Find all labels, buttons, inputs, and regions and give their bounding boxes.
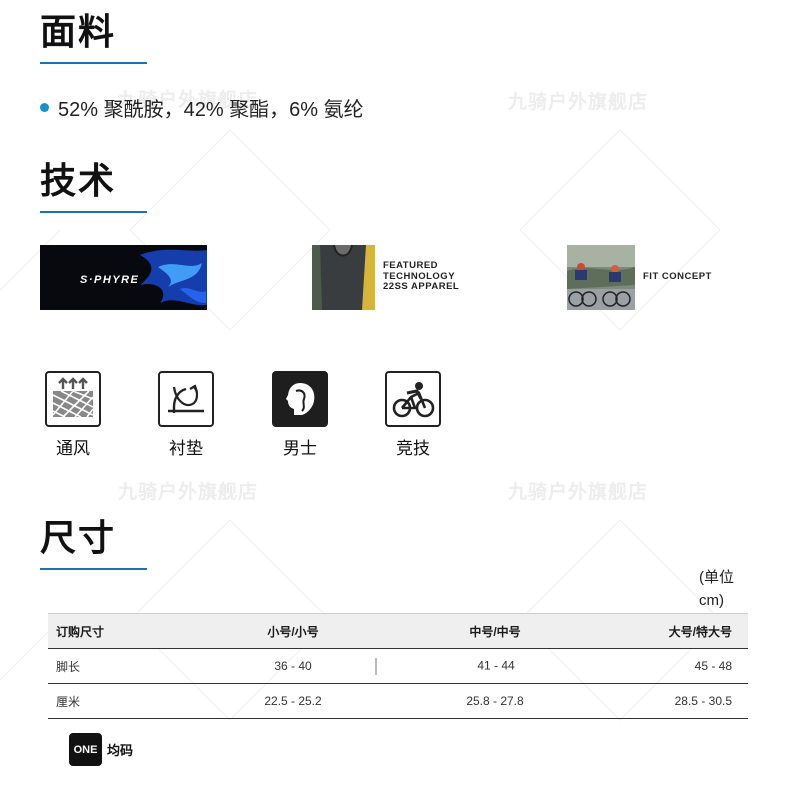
unit-line: cm): [699, 592, 724, 609]
feature-label: 衬垫: [169, 439, 203, 458]
cyclists-photo: [567, 244, 635, 310]
section-title: 技术: [40, 160, 117, 201]
feature-label: 通风: [56, 439, 90, 458]
feature-racing: 竞技: [373, 371, 453, 459]
sphyre-logo-image: S·PHYRE: [40, 244, 207, 310]
feature-label: 竞技: [396, 439, 430, 458]
ventilation-icon: [45, 371, 101, 427]
unit-note: (单位 cm): [699, 566, 749, 612]
feature-men: 男士: [260, 371, 340, 459]
padding-icon: [158, 371, 214, 427]
men-head-icon: [272, 371, 328, 427]
table-cell: 25.8 - 27.8: [389, 683, 601, 719]
one-size-label: 均码: [107, 743, 134, 758]
feature-padding: 衬垫: [146, 371, 226, 459]
table-cell: 厘米: [48, 683, 197, 719]
fabric-section: 面料: [40, 14, 147, 64]
column-header: 小号/小号: [197, 613, 389, 649]
section-underline: [40, 211, 147, 213]
table-cell-value: 41 - 44: [477, 658, 515, 673]
sphyre-logo-text: S·PHYRE: [80, 274, 139, 286]
sphyre-logo-card: S·PHYRE: [40, 241, 207, 313]
table-cell: 28.5 - 30.5: [601, 683, 748, 719]
section-underline: [40, 62, 147, 64]
one-size-note: ONE 均码: [69, 733, 133, 766]
watermark-text: 九骑户外旗舰店: [508, 92, 649, 113]
fabric-text: 52% 聚酰胺，42% 聚酯，6% 氨纶: [58, 99, 364, 121]
watermark-text: 九骑户外旗舰店: [508, 482, 649, 503]
section-title: 面料: [40, 11, 117, 52]
size-table: 订购尺寸 小号/小号 中号/中号 大号/特大号 脚长 36 - 40 41 - …: [48, 613, 748, 719]
size-section: 尺寸: [40, 520, 147, 570]
bullet-icon: [40, 103, 49, 112]
column-header: 中号/中号: [389, 613, 601, 649]
fabric-composition: 52% 聚酰胺，42% 聚酯，6% 氨纶: [40, 93, 364, 122]
caption-line: 22SS APPAREL: [383, 281, 460, 293]
table-cell: 45 - 48: [601, 648, 748, 684]
fit-concept-caption: FIT CONCEPT: [643, 270, 712, 282]
table-cell-with-divider: 41 - 44: [375, 648, 601, 684]
one-size-badge: ONE: [69, 733, 102, 766]
column-header: 订购尺寸: [48, 613, 197, 649]
table-cell: 脚长: [48, 648, 197, 684]
table-header-row: 订购尺寸 小号/小号 中号/中号 大号/特大号: [48, 613, 748, 649]
fit-concept-card: FIT CONCEPT: [567, 241, 712, 313]
cell-divider: [375, 657, 378, 675]
section-title: 尺寸: [40, 517, 117, 558]
watermark-text: 九骑户外旗舰店: [118, 482, 259, 503]
technology-section: 技术: [40, 163, 147, 213]
table-cell: 22.5 - 25.2: [197, 683, 389, 719]
section-underline: [40, 568, 147, 570]
feature-label: 男士: [283, 439, 317, 458]
apparel-photo: [312, 244, 375, 310]
feature-ventilation: 通风: [33, 371, 113, 459]
featured-technology-caption: FEATURED TECHNOLOGY 22SS APPAREL: [383, 260, 460, 293]
table-cell: 36 - 40: [197, 648, 389, 684]
unit-line: (单位: [699, 569, 734, 586]
table-row: 厘米 22.5 - 25.2 25.8 - 27.8 28.5 - 30.5: [48, 683, 748, 719]
caption-line: FIT CONCEPT: [643, 270, 712, 282]
column-header: 大号/特大号: [601, 613, 748, 649]
table-row: 脚长 36 - 40 41 - 44 45 - 48: [48, 648, 748, 684]
racing-cyclist-icon: [385, 371, 441, 427]
featured-technology-card: FEATURED TECHNOLOGY 22SS APPAREL: [312, 241, 459, 313]
